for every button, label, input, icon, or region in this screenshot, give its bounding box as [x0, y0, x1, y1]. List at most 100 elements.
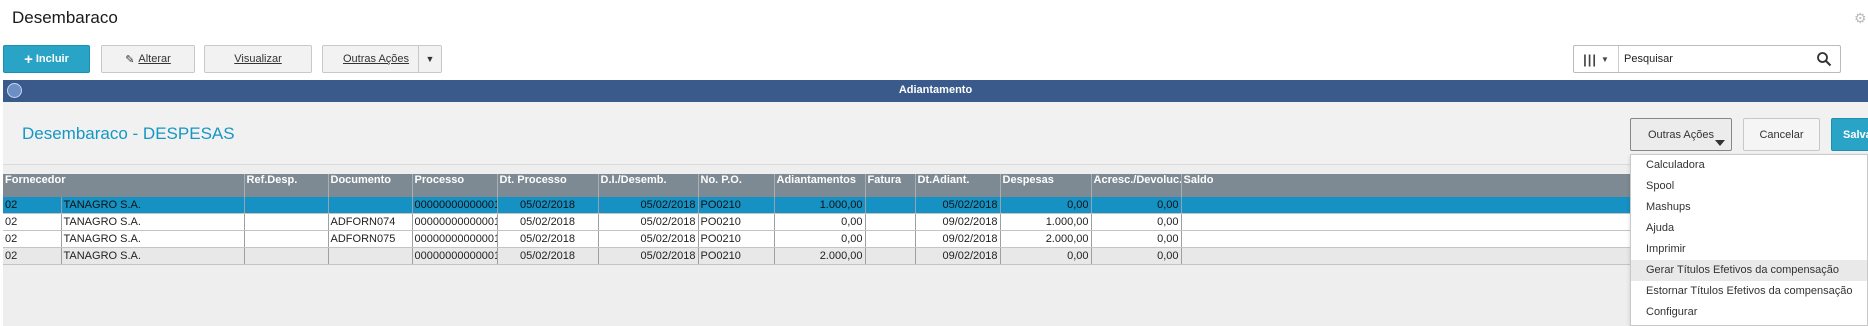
cell-di-desemb: 05/02/2018	[598, 197, 699, 214]
cell-processo: 000000000000010	[412, 213, 498, 231]
cell-di-desemb: 05/02/2018	[598, 247, 699, 265]
cell-documento: ADFORN074	[328, 213, 413, 231]
cell-despesas: 0,00	[1000, 247, 1092, 265]
outras-acoes-label: Outras Ações	[343, 53, 410, 65]
cell-dt-processo: 05/02/2018	[497, 197, 599, 214]
table-row[interactable]: 02 TANAGRO S.A. 000000000000010 05/02/20…	[3, 247, 1868, 265]
cell-dt-adiant: 09/02/2018	[915, 230, 1001, 248]
cell-despesas: 0,00	[1000, 197, 1092, 214]
incluir-button[interactable]: + Incluir	[3, 45, 90, 73]
page-title: Desembaraco	[12, 8, 118, 27]
cell-fatura	[865, 197, 916, 214]
cell-fornecedor: TANAGRO S.A.	[61, 230, 245, 248]
cell-ref-desp	[244, 213, 329, 231]
visualizar-label: Visualizar	[234, 53, 282, 65]
cell-codigo: 02	[3, 213, 62, 231]
chevron-down-icon: ▼	[1601, 54, 1609, 64]
cell-acresc-devoluc: 0,00	[1091, 213, 1182, 231]
cell-processo: 000000000000010	[412, 247, 498, 265]
cell-no-po: PO0210	[698, 213, 775, 231]
search-box: ||| ▼	[1573, 45, 1841, 73]
dialog-header	[3, 102, 1868, 165]
cell-fornecedor: TANAGRO S.A.	[61, 247, 245, 265]
cell-acresc-devoluc: 0,00	[1091, 230, 1182, 248]
table-row[interactable]: 02 TANAGRO S.A. 000000000000010 05/02/20…	[3, 197, 1868, 214]
menu-item-gerar-titulos[interactable]: Gerar Títulos Efetivos da compensação	[1631, 260, 1867, 281]
cell-adiantamentos: 0,00	[774, 230, 866, 248]
alterar-button[interactable]: ✎ Alterar	[101, 45, 195, 73]
menu-item-configurar[interactable]: Configurar	[1631, 302, 1867, 323]
columns-icon: |||	[1583, 51, 1597, 67]
cell-documento: ADFORN075	[328, 230, 413, 248]
column-header[interactable]: No. P.O.	[698, 174, 775, 197]
column-header[interactable]: Acresc./Devoluc.	[1091, 174, 1182, 197]
cell-ref-desp	[244, 230, 329, 248]
dialog-heading: Desembaraco - DESPESAS	[22, 124, 235, 143]
cell-dt-processo: 05/02/2018	[497, 247, 599, 265]
plus-icon: +	[24, 50, 33, 68]
cell-no-po: PO0210	[698, 247, 775, 265]
cell-ref-desp	[244, 197, 329, 214]
column-header[interactable]: Adiantamentos	[774, 174, 866, 197]
cell-codigo: 02	[3, 230, 62, 248]
menu-item-estornar-titulos[interactable]: Estornar Títulos Efetivos da compensação	[1631, 281, 1867, 302]
cell-fatura	[865, 247, 916, 265]
cell-fatura	[865, 230, 916, 248]
despesas-grid: Fornecedor Ref.Desp. Documento Processo …	[3, 174, 1868, 265]
cell-adiantamentos: 2.000,00	[774, 247, 866, 265]
cell-despesas: 2.000,00	[1000, 230, 1092, 248]
column-header[interactable]: Fatura	[865, 174, 916, 197]
caret-down-icon	[1715, 140, 1725, 146]
search-icon[interactable]	[1816, 51, 1832, 67]
grid-header-row: Fornecedor Ref.Desp. Documento Processo …	[3, 174, 1868, 197]
menu-item-calculadora[interactable]: Calculadora	[1631, 155, 1867, 176]
dialog-title: Adiantamento	[898, 84, 973, 96]
outras-acoes-menu: Calculadora Spool Mashups Ajuda Imprimir…	[1630, 154, 1868, 326]
table-row[interactable]: 02 TANAGRO S.A. ADFORN075 00000000000001…	[3, 230, 1868, 248]
dialog-outras-acoes-button[interactable]: Outras Ações	[1630, 118, 1732, 151]
cell-dt-adiant: 09/02/2018	[915, 247, 1001, 265]
column-header[interactable]: Ref.Desp.	[244, 174, 329, 197]
cell-processo: 000000000000010	[412, 230, 498, 248]
salvar-label: Salvar	[1843, 128, 1868, 141]
dialog-outras-acoes-label: Outras Ações	[1647, 128, 1715, 141]
dialog-titlebar: Adiantamento	[3, 80, 1868, 102]
menu-item-mashups[interactable]: Mashups	[1631, 197, 1867, 218]
cell-acresc-devoluc: 0,00	[1091, 197, 1182, 214]
table-row[interactable]: 02 TANAGRO S.A. ADFORN074 00000000000001…	[3, 213, 1868, 231]
gear-icon[interactable]: ⚙	[1854, 11, 1868, 25]
menu-item-spool[interactable]: Spool	[1631, 176, 1867, 197]
column-header[interactable]: Fornecedor	[3, 174, 245, 197]
menu-item-ajuda[interactable]: Ajuda	[1631, 218, 1867, 239]
cell-processo: 000000000000010	[412, 197, 498, 214]
outras-acoes-button[interactable]: Outras Ações ▼	[322, 45, 442, 73]
visualizar-button[interactable]: Visualizar	[204, 45, 312, 73]
column-header[interactable]: Dt.Adiant.	[915, 174, 1001, 197]
cell-fornecedor: TANAGRO S.A.	[61, 197, 245, 214]
cell-dt-processo: 05/02/2018	[497, 230, 599, 248]
cancelar-button[interactable]: Cancelar	[1743, 118, 1820, 151]
search-input[interactable]	[1624, 50, 1804, 68]
column-header[interactable]: Processo	[412, 174, 498, 197]
cell-adiantamentos: 0,00	[774, 213, 866, 231]
cell-fatura	[865, 213, 916, 231]
cell-di-desemb: 05/02/2018	[598, 213, 699, 231]
cell-di-desemb: 05/02/2018	[598, 230, 699, 248]
cell-no-po: PO0210	[698, 197, 775, 214]
cell-despesas: 1.000,00	[1000, 213, 1092, 231]
column-header[interactable]: Dt. Processo	[497, 174, 599, 197]
cell-dt-processo: 05/02/2018	[497, 213, 599, 231]
cell-dt-adiant: 05/02/2018	[915, 197, 1001, 214]
cell-acresc-devoluc: 0,00	[1091, 247, 1182, 265]
salvar-button[interactable]: Salvar	[1831, 118, 1868, 151]
cell-adiantamentos: 1.000,00	[774, 197, 866, 214]
column-header[interactable]: D.I./Desemb.	[598, 174, 699, 197]
cell-ref-desp	[244, 247, 329, 265]
chevron-down-icon: ▼	[418, 46, 441, 72]
column-header[interactable]: Despesas	[1000, 174, 1092, 197]
incluir-label: Incluir	[35, 53, 69, 65]
filter-toggle[interactable]: ||| ▼	[1574, 46, 1619, 72]
column-header[interactable]: Documento	[328, 174, 413, 197]
pencil-icon: ✎	[125, 53, 135, 66]
menu-item-imprimir[interactable]: Imprimir	[1631, 239, 1867, 260]
